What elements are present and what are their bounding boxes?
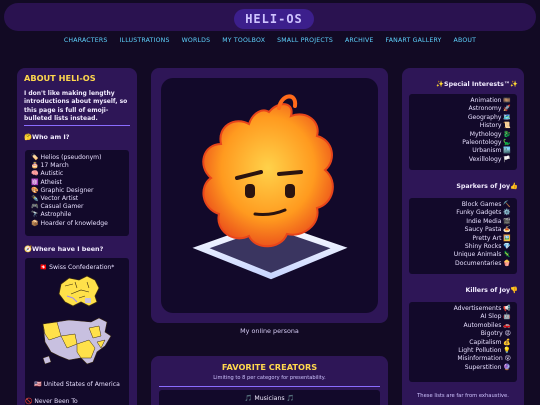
where-heading: 🧭Where have I been?	[24, 245, 104, 253]
lists-footnote: These lists are far from exhaustive.	[417, 393, 509, 399]
nav-characters[interactable]: CHARACTERS	[64, 37, 108, 49]
never-label: 🚫 Never Been To	[25, 398, 78, 405]
swiss-label: 🇨🇭 Swiss Confederation*	[39, 264, 115, 271]
list-item: Bigotry 😡	[480, 330, 511, 338]
killers-heading: Killers of Joy👎	[465, 287, 518, 294]
killers-list: Advertisements 📢 AI Slop 🤖 Automobiles 🚗…	[409, 302, 517, 382]
list-item: Funky Gadgets ⚙️	[456, 209, 511, 217]
us-map-icon	[42, 317, 112, 365]
swiss-map-icon	[58, 275, 100, 307]
list-item: History 📜	[479, 122, 511, 130]
persona-avatar	[192, 94, 348, 280]
sparkers-heading: Sparkers of Joy👍	[456, 183, 518, 190]
about-title: ABOUT HELI-OS	[24, 73, 96, 83]
list-item: Urbanism 🏙️	[472, 147, 511, 155]
list-item: 🔭 Astrophile	[31, 211, 72, 219]
list-item: Documentaries 🍿	[455, 259, 511, 267]
musicians-heading: 🎵 Musicians 🎵	[244, 395, 295, 402]
nav-illustrations[interactable]: ILLUSTRATIONS	[120, 37, 170, 49]
interests-list: Animation 🎞️ Astronomy 🚀 Geography 🗺️ Hi…	[409, 94, 517, 170]
list-item: Superstition 🔮	[464, 363, 511, 371]
persona-frame	[161, 78, 378, 313]
list-item: Indie Media 🎬	[466, 217, 511, 225]
creators-panel: FAVORITE CREATORS Limiting to 8 per cate…	[151, 356, 388, 405]
sparkers-list: Block Games ⛏️ Funky Gadgets ⚙️ Indie Me…	[409, 198, 517, 274]
list-item: Pretty Art 🖼️	[472, 234, 511, 242]
nav-archive[interactable]: ARCHIVE	[345, 37, 374, 49]
lists-panel: ✨Special Interests™✨ Animation 🎞️ Astron…	[402, 68, 524, 405]
who-heading: 🤔Who am I?	[24, 133, 70, 141]
musicians-box: 🎵 Musicians 🎵	[159, 390, 380, 405]
list-item: Astronomy 🚀	[468, 105, 512, 113]
nav-about[interactable]: ABOUT	[454, 37, 477, 49]
main-nav: CHARACTERS ILLUSTRATIONS WORLDS MY TOOLB…	[0, 37, 540, 49]
list-item: 📦 Hoarder of knowledge	[31, 219, 108, 227]
creators-title: FAVORITE CREATORS	[221, 362, 318, 372]
interests-heading: ✨Special Interests™✨	[436, 81, 518, 88]
where-list: 🇨🇭 Swiss Confederation* 🇺🇸 United States…	[25, 258, 129, 405]
nav-worlds[interactable]: WORLDS	[182, 37, 211, 49]
list-item: 🎨 Graphic Designer	[31, 186, 94, 194]
list-item: Vexillology 🏳️	[468, 155, 511, 163]
list-item: Mythology 🐉	[469, 130, 511, 138]
list-item: Geography 🗺️	[467, 113, 511, 121]
divider	[24, 125, 130, 126]
site-header: HELI-OS	[4, 3, 536, 31]
site-logo[interactable]: HELI-OS	[234, 9, 314, 29]
nav-small-projects[interactable]: SMALL PROJECTS	[277, 37, 333, 49]
creators-note: Limiting to 8 per category for presentab…	[213, 375, 326, 381]
list-item: ⚛️ Atheist	[31, 178, 62, 186]
persona-caption: My online persona	[240, 327, 299, 335]
list-item: 🧠 Autistic	[31, 170, 64, 178]
about-text: I don't like making lengthy introduction…	[24, 90, 128, 122]
divider	[159, 386, 380, 387]
list-item: ✒️ Vector Artist	[31, 195, 79, 203]
list-item: Unique Animals 🦎	[453, 251, 511, 259]
list-item: 🏷️ Helios (pseudonym)	[31, 154, 102, 161]
us-label: 🇺🇸 United States of America	[34, 381, 120, 388]
list-item: Light Pollution 💡	[458, 347, 511, 355]
persona-panel: My online persona	[151, 68, 388, 335]
list-item: AI Slop 🤖	[480, 313, 511, 321]
nav-fanart-gallery[interactable]: FANART GALLERY	[386, 37, 442, 49]
nav-my-toolbox[interactable]: MY TOOLBOX	[222, 37, 265, 49]
who-list: 🏷️ Helios (pseudonym) 🎂 17 March 🧠 Autis…	[25, 150, 129, 236]
list-item: Capitalism 💰	[469, 338, 511, 346]
list-item: Saucy Pasta 🍝	[464, 226, 511, 234]
list-item: Automobiles 🚗	[463, 321, 511, 329]
about-panel: ABOUT HELI-OS I don't like making length…	[17, 68, 137, 405]
list-item: Misinformation 😵	[457, 355, 511, 363]
